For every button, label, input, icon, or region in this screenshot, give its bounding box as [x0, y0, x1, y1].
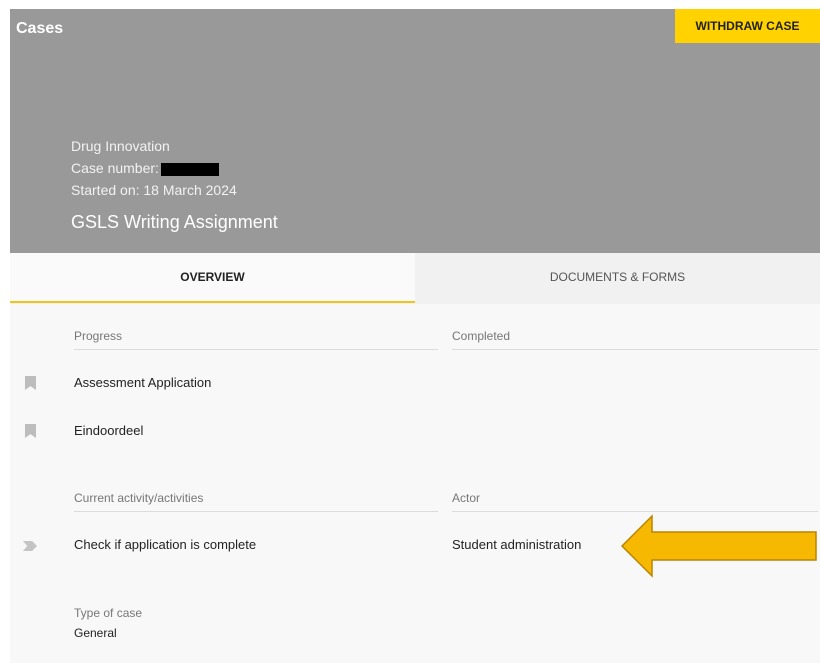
tab-overview[interactable]: OVERVIEW	[10, 253, 415, 303]
activity-column-header: Current activity/activities	[74, 491, 438, 512]
started-on: Started on: 18 March 2024	[71, 182, 237, 198]
completed-column-header: Completed	[452, 329, 818, 350]
left-arrow-icon	[620, 514, 817, 578]
progress-item: Assessment Application	[74, 375, 212, 390]
actor-column-header: Actor	[452, 491, 818, 512]
redacted-case-number	[160, 162, 219, 176]
program-name: Drug Innovation	[71, 138, 170, 154]
type-of-case-label: Type of case	[74, 606, 143, 620]
activity-actor: Student administration	[452, 537, 582, 552]
tab-bar: OVERVIEW DOCUMENTS & FORMS	[10, 253, 820, 304]
type-of-case-value: General	[74, 626, 117, 640]
progress-item: Eindoordeel	[74, 423, 144, 438]
progress-column-header: Progress	[74, 329, 438, 350]
case-number-label: Case number:	[71, 160, 159, 176]
current-activity: Check if application is complete	[74, 537, 257, 552]
tab-documents-forms[interactable]: DOCUMENTS & FORMS	[415, 253, 820, 301]
case-title: GSLS Writing Assignment	[71, 212, 278, 232]
case-number: Case number:	[71, 160, 219, 176]
case-header: Cases WITHDRAW CASE Drug Innovation Case…	[10, 9, 820, 253]
page-title: Cases	[16, 20, 64, 37]
withdraw-case-button[interactable]: WITHDRAW CASE	[675, 9, 820, 43]
